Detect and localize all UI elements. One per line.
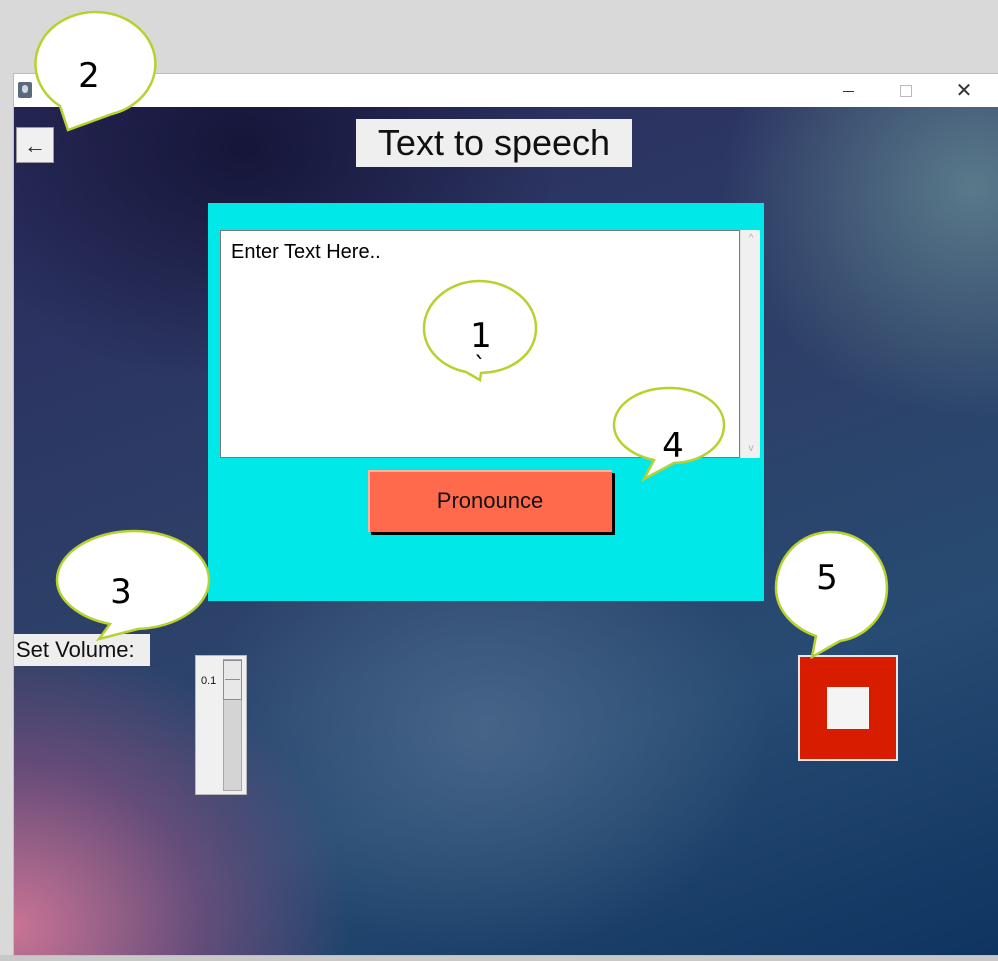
text-scrollbar[interactable]: ^ v (740, 230, 760, 458)
stop-button[interactable] (798, 655, 898, 761)
volume-slider-trough[interactable] (223, 659, 242, 791)
volume-label: Set Volume: (14, 634, 150, 666)
scroll-up-icon[interactable]: ^ (741, 230, 761, 248)
close-button[interactable]: ✕ (941, 74, 987, 107)
back-button[interactable]: ← (16, 127, 54, 163)
stop-icon (827, 687, 869, 729)
text-input-area[interactable]: Enter Text Here.. (220, 230, 740, 458)
scroll-down-icon[interactable]: v (741, 440, 761, 458)
volume-slider-thumb[interactable] (223, 660, 242, 700)
input-panel: Enter Text Here.. ^ v Pronounce (208, 203, 764, 601)
minimize-button[interactable] (825, 74, 871, 107)
volume-slider[interactable]: 0.1 (195, 655, 247, 795)
app-window: ✕ ← Text to speech Enter Text Here.. ^ v… (14, 74, 998, 955)
page-title: Text to speech (356, 119, 632, 167)
page-bottom-strip (0, 955, 998, 961)
maximize-button[interactable] (883, 74, 929, 107)
title-bar: ✕ (14, 74, 998, 107)
microphone-app-icon (18, 82, 32, 98)
app-client-area: ← Text to speech Enter Text Here.. ^ v P… (14, 107, 998, 955)
pronounce-button[interactable]: Pronounce (368, 470, 612, 532)
volume-value: 0.1 (201, 675, 217, 687)
